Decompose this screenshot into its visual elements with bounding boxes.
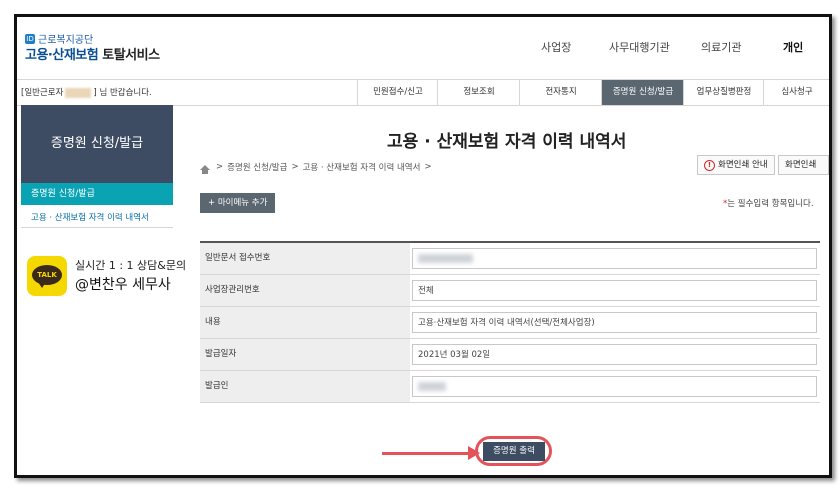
breadcrumb-item-certificate[interactable]: 증명원 신청/발급: [227, 161, 287, 173]
menu-civil-complaint[interactable]: 민원접수/신고: [357, 80, 438, 105]
talk-consult-text: 실시간 1 : 1 상담&문의: [75, 259, 187, 272]
greeting-prefix: [일반근로자: [21, 88, 64, 98]
service-name-part2: 토탈서비스: [102, 48, 160, 63]
receipt-number-field: [412, 248, 817, 269]
alert-icon: !: [704, 159, 715, 171]
org-logo-icon: ID: [25, 33, 35, 44]
row-label: 사업장관리번호: [200, 275, 410, 306]
print-guide-label: 화면인쇄 안내: [718, 160, 768, 170]
breadcrumb-sep-icon: >: [216, 162, 224, 172]
table-row: 내용 고용·산재보험 자격 이력 내역서(선택/전체사업장): [200, 307, 820, 339]
table-row: 발급일자 2021년 03월 02일: [200, 339, 820, 371]
sidebar-title: 증명원 신청/발급: [21, 105, 173, 183]
redacted-value: [418, 254, 473, 263]
service-logo[interactable]: 고용·산재보험 토탈서비스: [25, 44, 160, 63]
user-greeting: [일반근로자 ] 님 반갑습니다.: [21, 86, 152, 98]
breadcrumb-sep-icon: >: [424, 162, 432, 172]
menu-appeal[interactable]: 심사청구: [763, 80, 829, 105]
talk-bubble-icon: TALK: [32, 265, 62, 285]
topnav-business[interactable]: 사업장: [541, 39, 571, 55]
certificate-info-table: 일반문서 접수번호 사업장관리번호 전체 내용 고용·산재보험 자격 이력 내역…: [200, 241, 820, 403]
row-label: 내용: [200, 307, 410, 338]
issue-date-field: 2021년 03월 02일: [412, 344, 817, 365]
page-title: 고용 · 산재보험 자격 이력 내역서: [387, 132, 627, 152]
topnav-personal[interactable]: 개인: [783, 39, 803, 55]
service-name-part1: 고용·산재보험: [25, 48, 99, 63]
row-label: 일반문서 접수번호: [200, 243, 410, 274]
table-row: 사업장관리번호 전체: [200, 275, 820, 307]
breadcrumb: > 증명원 신청/발급 > 고용 · 산재보험 자격 이력 내역서 >: [200, 161, 432, 174]
site-header: ID 근로복지공단 고용·산재보험 토탈서비스 사업장 사무대행기관 의료기관 …: [17, 17, 829, 79]
sidebar-item-certificate[interactable]: 증명원 신청/발급: [21, 183, 173, 205]
talk-account-name: @변찬우 세무사: [75, 277, 171, 293]
topnav-medical[interactable]: 의료기관: [701, 39, 741, 55]
annotation-arrow: [382, 452, 470, 455]
row-label: 발급인: [200, 371, 410, 402]
add-my-menu-button[interactable]: + 마이메뉴 추가: [200, 193, 276, 213]
required-note: *는 필수입력 항목입니다.: [723, 197, 814, 209]
screenshot-frame: ID 근로복지공단 고용·산재보험 토탈서비스 사업장 사무대행기관 의료기관 …: [14, 14, 832, 478]
menu-certificate[interactable]: 증명원 신청/발급: [601, 80, 684, 105]
content-field: 고용·산재보험 자격 이력 내역서(선택/전체사업장): [412, 312, 817, 333]
redacted-value: [418, 382, 446, 391]
table-row: 발급인: [200, 371, 820, 403]
menu-e-notice[interactable]: 전자통지: [519, 80, 602, 105]
main-menu-bar: [일반근로자 ] 님 반갑습니다. 민원접수/신고 정보조회 전자통지 증명원 신…: [17, 79, 829, 106]
greeting-suffix: ] 님 반갑습니다.: [93, 88, 152, 98]
required-note-text: 는 필수입력 항목입니다.: [727, 199, 814, 209]
menu-disease-judgment[interactable]: 업무상질병판정: [683, 80, 764, 105]
topnav-agency[interactable]: 사무대행기관: [609, 39, 670, 55]
print-guide-button[interactable]: ! 화면인쇄 안내: [697, 155, 775, 175]
issuer-field: [412, 376, 817, 397]
menu-info-lookup[interactable]: 정보조회: [437, 80, 520, 105]
redacted-name: [65, 87, 92, 98]
breadcrumb-item-current[interactable]: 고용 · 산재보험 자격 이력 내역서: [303, 161, 421, 173]
talk-bubble-tail: [38, 282, 46, 288]
sidebar-item-qualification-history[interactable]: 고용 · 산재보험 자격 이력 내역서: [21, 208, 173, 228]
business-number-field: 전체: [412, 280, 817, 301]
table-row: 일반문서 접수번호: [200, 243, 820, 275]
screen-print-button[interactable]: 화면인쇄: [778, 155, 829, 175]
home-icon[interactable]: [200, 164, 210, 174]
kakao-talk-icon[interactable]: TALK: [27, 256, 67, 296]
print-certificate-button[interactable]: 증명원 출력: [483, 442, 545, 461]
breadcrumb-sep-icon: >: [291, 162, 299, 172]
row-label: 발급일자: [200, 339, 410, 370]
